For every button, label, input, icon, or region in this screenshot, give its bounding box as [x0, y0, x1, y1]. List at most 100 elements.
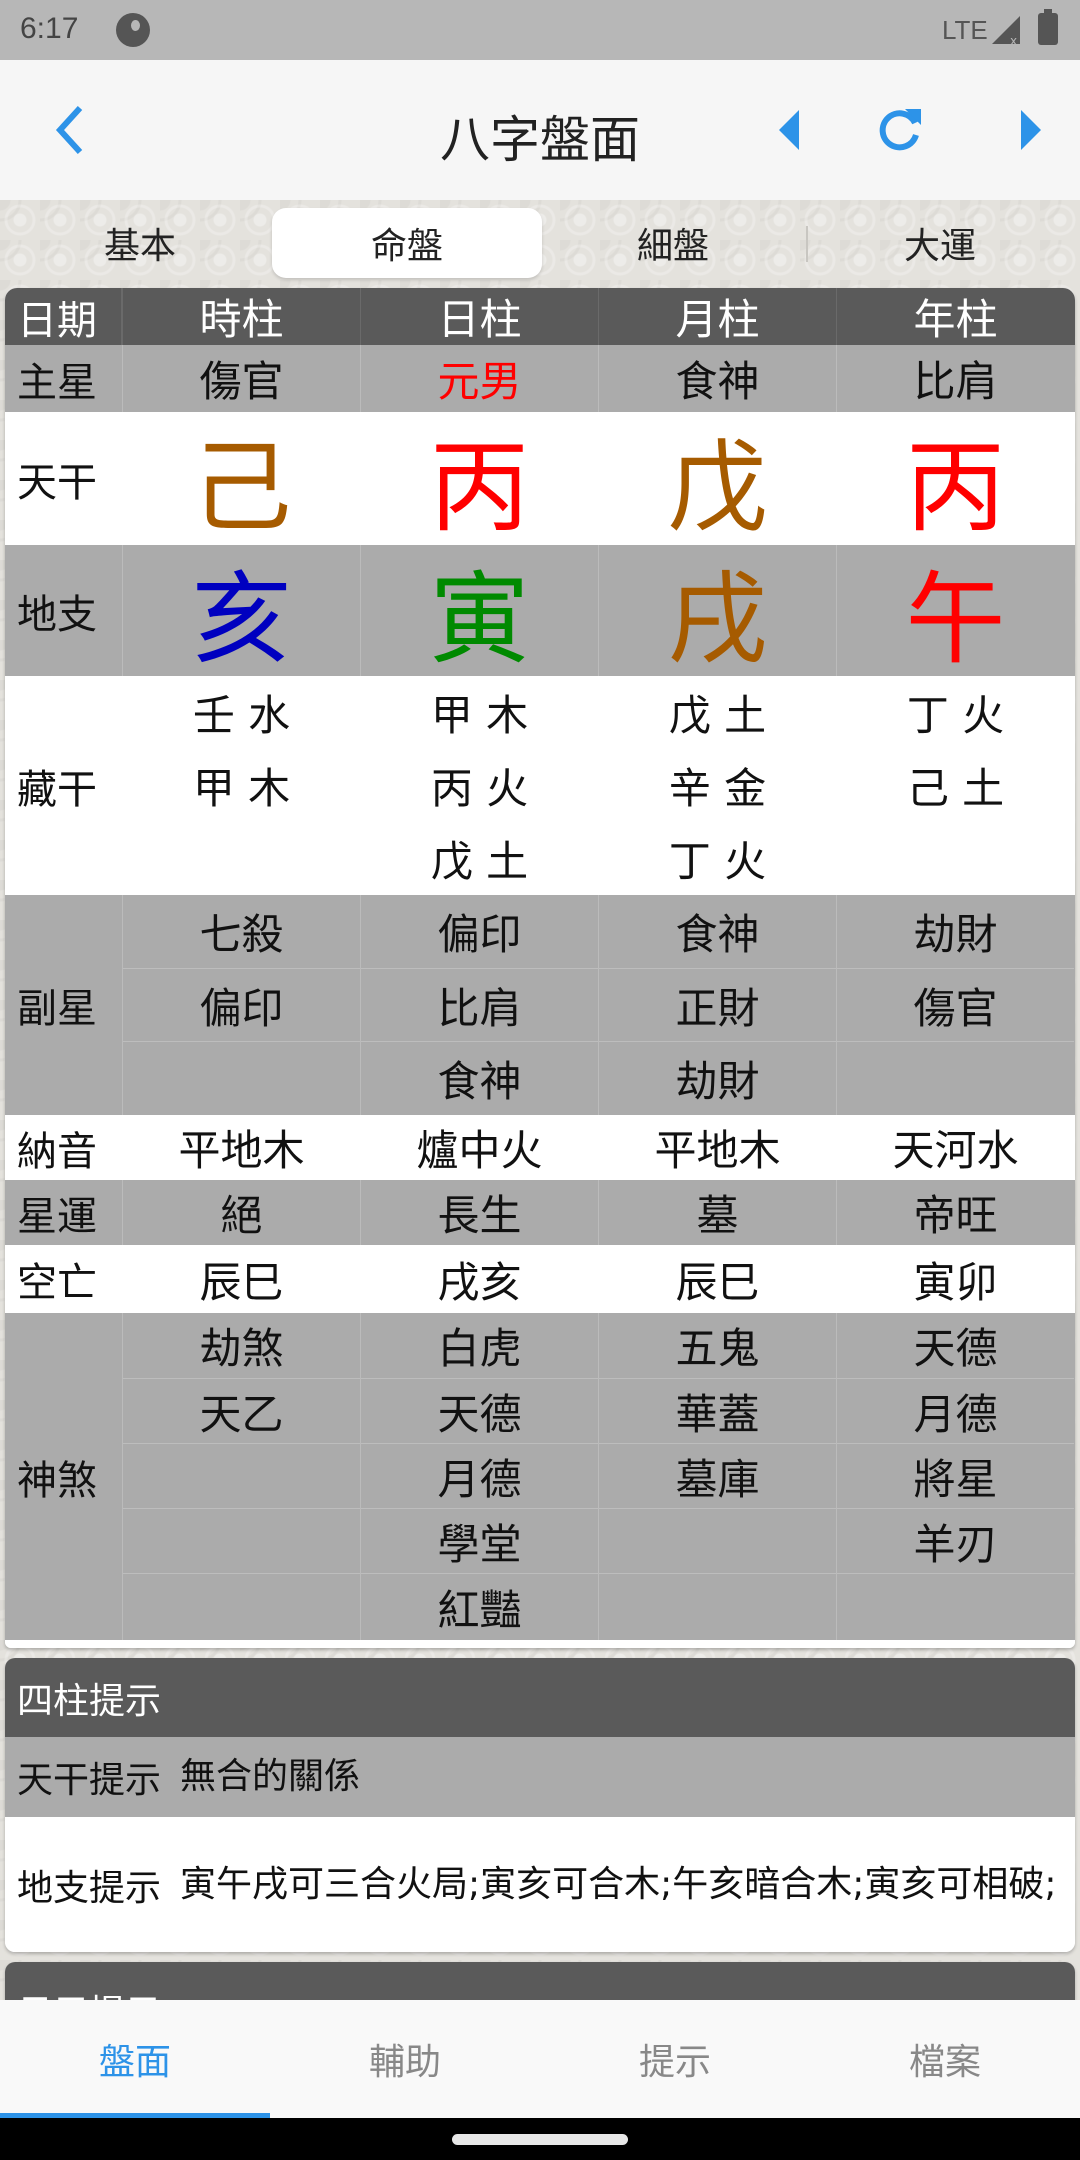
- status-bar: 6:17 LTE x: [0, 0, 1080, 60]
- row-label: 地支: [17, 591, 97, 638]
- stem-hint-label: 天干提示: [17, 1760, 162, 1801]
- main-star-cell: 比肩: [836, 345, 1074, 412]
- sub-star: 食神: [675, 910, 760, 959]
- star-luck-cell: 長生: [360, 1180, 598, 1245]
- home-gesture-handle[interactable]: [452, 2134, 628, 2145]
- row-label: 神煞: [17, 1457, 97, 1504]
- main-star-cell: 食神: [598, 345, 836, 412]
- row-label: 副星: [17, 986, 97, 1032]
- branch-cell: 午: [836, 545, 1074, 678]
- spirit: [837, 1573, 1074, 1640]
- branch-hint-label: 地支提示: [17, 1867, 162, 1909]
- hidden-stems-cell: 甲 木 丙 火 戊 土: [360, 676, 598, 895]
- table-row-main-star: 主星 傷官 元男 食神 比肩: [5, 345, 1075, 412]
- nav-auxiliary[interactable]: 輔助: [270, 2000, 540, 2118]
- battery-icon: [1038, 9, 1058, 45]
- triangle-left-icon: [779, 110, 799, 150]
- network-type: LTE: [942, 15, 988, 45]
- stem-hint-row: 天干提示 無合的關係: [5, 1737, 1075, 1817]
- table-row-void: 空亡 辰巳 戌亥 辰巳 寅卯: [5, 1245, 1075, 1313]
- spirit: [123, 1573, 360, 1640]
- spirits-cell: 天德 月德 將星 羊刃: [836, 1313, 1074, 1640]
- nayin-cell: 平地木: [178, 1126, 305, 1175]
- refresh-button[interactable]: [870, 100, 930, 160]
- spirit: 紅豔: [361, 1573, 598, 1640]
- pillar-hints-card: 四柱提示 天干提示 無合的關係 地支提示 寅午戌可三合火局;寅亥可合木;午亥暗合…: [5, 1658, 1075, 1952]
- spirits-cell: 五鬼 華蓋 墓庫: [598, 1313, 836, 1640]
- header-hour-pillar: 時柱: [122, 288, 360, 345]
- table-row-heavenly-stems: 天干 己 丙 戊 丙: [5, 412, 1075, 546]
- bazi-chart-table: 日期 時柱 日柱 月柱 年柱 主星 傷官 元男 食神 比肩 天干 己 丙 戊 丙…: [5, 288, 1075, 1648]
- spirit: [123, 1508, 360, 1573]
- sub-star: 比肩: [361, 968, 598, 1041]
- star-luck-cell: 絕: [122, 1180, 360, 1245]
- hidden-stem: 丙 火: [430, 764, 529, 813]
- stem-cell: 戊: [667, 429, 768, 546]
- stem-cell: 丙: [429, 429, 530, 546]
- nayin-cell: 爐中火: [416, 1126, 543, 1175]
- stem-hint-value: 無合的關係: [180, 1756, 361, 1797]
- hidden-stem: 甲 木: [192, 764, 291, 813]
- spirit: 將星: [837, 1443, 1074, 1508]
- sub-star: [123, 1041, 360, 1114]
- nav-hints[interactable]: 提示: [540, 2000, 810, 2118]
- table-row-nayin: 納音 平地木 爐中火 平地木 天河水: [5, 1115, 1075, 1180]
- sub-star: 食神: [361, 1041, 598, 1114]
- previous-button[interactable]: [760, 100, 820, 160]
- refresh-icon: [879, 109, 921, 151]
- table-header-row: 日期 時柱 日柱 月柱 年柱: [5, 288, 1075, 345]
- spirit: 學堂: [361, 1508, 598, 1573]
- branch-hint-row: 地支提示 寅午戌可三合火局;寅亥可合木;午亥暗合木;寅亥可相破;: [5, 1817, 1075, 1952]
- spirit: 天乙: [123, 1378, 360, 1443]
- nayin-cell: 天河水: [892, 1126, 1019, 1175]
- spirits-cell: 白虎 天德 月德 學堂 紅豔: [360, 1313, 598, 1640]
- hidden-stem: 戊 土: [430, 837, 529, 886]
- spirit: 天德: [361, 1378, 598, 1443]
- status-time: 6:17: [20, 12, 79, 45]
- sub-stars-cell: 劫財 傷官: [836, 895, 1074, 1115]
- spirit: 劫煞: [199, 1324, 284, 1373]
- hidden-stems-cell: 戊 土 辛 金 丁 火: [598, 676, 836, 895]
- hidden-stem: 辛 金: [668, 764, 767, 813]
- nav-chart[interactable]: 盤面: [0, 2000, 270, 2118]
- stem-cell: 丙: [905, 429, 1006, 546]
- sub-star: 正財: [599, 968, 836, 1041]
- sub-stars-cell: 偏印 比肩 食神: [360, 895, 598, 1115]
- sub-star: 劫財: [913, 910, 998, 959]
- app-bar: 八字盤面: [0, 60, 1080, 200]
- hidden-stem: 己 土: [906, 764, 1005, 813]
- header-day-pillar: 日柱: [360, 288, 598, 345]
- signal-icon: x: [992, 16, 1020, 46]
- main-star-cell: 元男: [360, 345, 598, 412]
- table-row-earthly-branches: 地支 亥 寅 戌 午: [5, 545, 1075, 678]
- spirit: 白虎: [437, 1324, 522, 1373]
- table-row-hidden-stems: 藏干 壬 水 甲 木 甲 木 丙 火 戊 土 戊 土 辛 金 丁 火 丁 火 己…: [5, 676, 1075, 895]
- triangle-right-icon: [1021, 110, 1041, 150]
- row-label: 天干: [17, 459, 97, 506]
- table-row-sub-stars: 副星 七殺 偏印 偏印 比肩 食神 食神 正財 劫財 劫財 傷官: [5, 895, 1075, 1115]
- row-label: 主星: [17, 359, 97, 406]
- hidden-stem: 壬 水: [192, 691, 291, 740]
- row-label: 藏干: [17, 766, 97, 813]
- header-month-pillar: 月柱: [598, 288, 836, 345]
- spirit: 天德: [913, 1324, 998, 1373]
- sub-star: 劫財: [599, 1041, 836, 1114]
- star-luck-cell: 墓: [598, 1180, 836, 1245]
- nayin-cell: 平地木: [654, 1126, 781, 1175]
- app-notification-icon: [116, 13, 150, 47]
- system-nav-bar: [0, 2118, 1080, 2160]
- next-button[interactable]: [1000, 100, 1060, 160]
- sub-stars-cell: 七殺 偏印: [122, 895, 360, 1115]
- tab-chart[interactable]: 命盤: [272, 208, 542, 278]
- sub-star: 偏印: [437, 910, 522, 959]
- tab-luck-cycle[interactable]: 大運: [805, 208, 1075, 278]
- hidden-stem: 丁 火: [906, 691, 1005, 740]
- spirit: 華蓋: [599, 1378, 836, 1443]
- void-cell: 辰巳: [675, 1257, 760, 1307]
- tab-basic[interactable]: 基本: [5, 208, 275, 278]
- hidden-stems-cell: 丁 火 己 土: [836, 676, 1074, 895]
- tab-detail[interactable]: 細盤: [538, 208, 808, 278]
- nav-files[interactable]: 檔案: [810, 2000, 1080, 2118]
- bottom-nav: 盤面 輔助 提示 檔案: [0, 2000, 1080, 2118]
- spirit: 月德: [361, 1443, 598, 1508]
